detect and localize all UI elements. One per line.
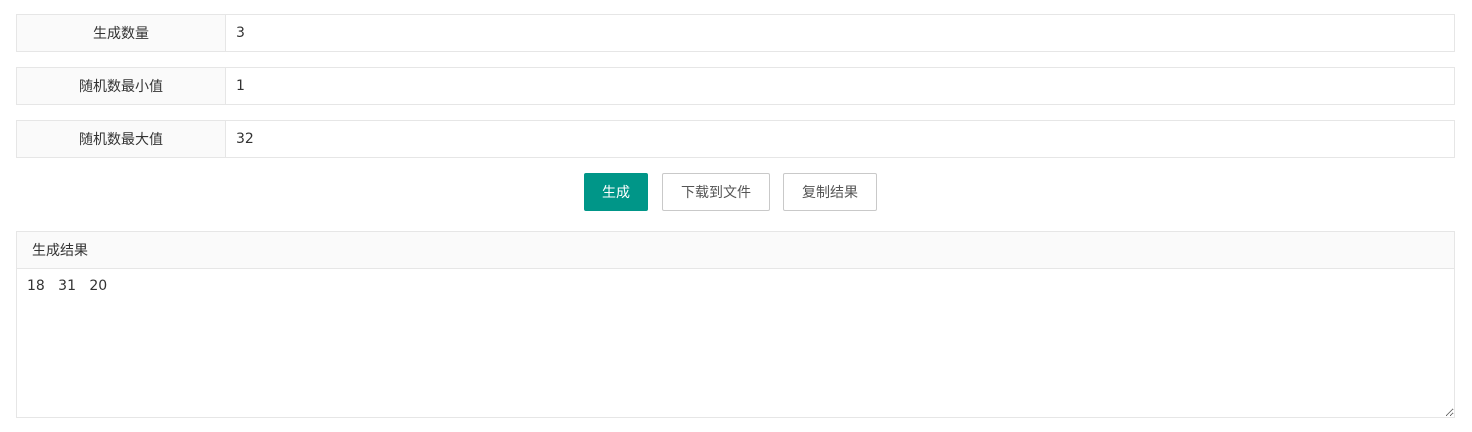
min-value-input[interactable] <box>226 68 1454 104</box>
max-value-label: 随机数最大值 <box>17 121 226 157</box>
copy-result-button[interactable]: 复制结果 <box>783 173 877 211</box>
download-to-file-button[interactable]: 下载到文件 <box>662 173 770 211</box>
action-bar: 生成 下载到文件 复制结果 <box>0 173 1472 211</box>
max-value-input[interactable] <box>226 121 1454 157</box>
count-label: 生成数量 <box>17 15 226 51</box>
max-value-row: 随机数最大值 <box>16 120 1455 158</box>
count-row: 生成数量 <box>16 14 1455 52</box>
result-textarea[interactable]: 18 31 20 <box>17 269 1454 417</box>
min-value-label: 随机数最小值 <box>17 68 226 104</box>
min-value-row: 随机数最小值 <box>16 67 1455 105</box>
count-input[interactable] <box>226 15 1454 51</box>
generate-button[interactable]: 生成 <box>584 173 648 211</box>
result-title: 生成结果 <box>17 232 1454 269</box>
result-panel: 生成结果 18 31 20 <box>16 231 1455 418</box>
